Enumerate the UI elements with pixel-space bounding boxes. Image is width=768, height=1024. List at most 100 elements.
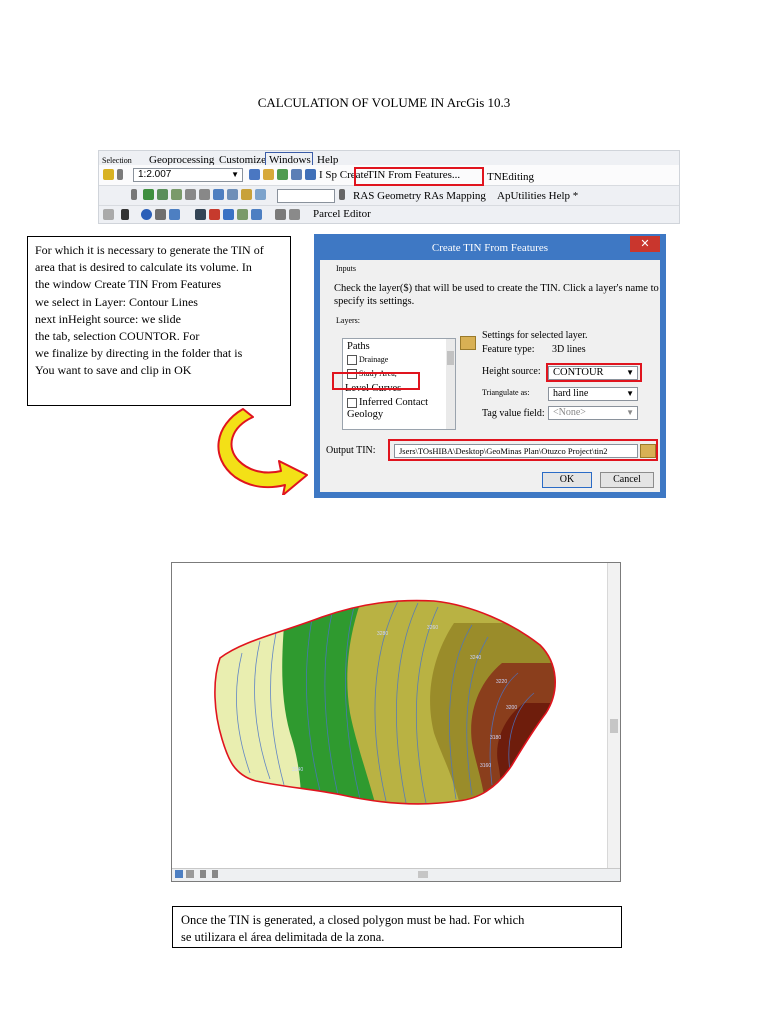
- parcel-icon[interactable]: [289, 209, 300, 220]
- close-icon[interactable]: ✕: [630, 236, 660, 252]
- ras-geometry-toolbar[interactable]: RAS Geometry RAs Mapping: [353, 190, 486, 202]
- note-line: Once the TIN is generated, a closed poly…: [181, 913, 525, 927]
- toolbox-icon[interactable]: [291, 169, 302, 180]
- contour-label: 3220: [496, 679, 507, 685]
- inputs-label: Inputs: [336, 264, 356, 273]
- instruction-text: Check the layer($) that will be used to …: [334, 283, 659, 307]
- bottom-note-box: Once the TIN is generated, a closed poly…: [172, 906, 622, 948]
- document-title: CALCULATION OF VOLUME IN ArcGis 10.3: [257, 95, 511, 110]
- output-tin-highlight: [388, 439, 658, 461]
- tin-zone-dark-brown: [497, 703, 556, 804]
- ok-button[interactable]: OK: [542, 472, 592, 488]
- globe-icon[interactable]: [213, 189, 224, 200]
- walk-icon[interactable]: [185, 189, 196, 200]
- settings-label: Settings for selected layer.: [482, 330, 588, 341]
- contour-label: 3140: [292, 767, 303, 773]
- menu-selection[interactable]: Selection: [102, 156, 132, 165]
- info-icon[interactable]: [141, 209, 152, 220]
- select-features-icon[interactable]: [209, 209, 220, 220]
- contour-label: 3280: [377, 631, 388, 637]
- dropdown-arrow-icon[interactable]: [117, 169, 123, 180]
- dialog-title-bar[interactable]: Create TIN From Features ✕: [314, 234, 666, 260]
- output-tin-label: Output TIN:: [326, 445, 376, 456]
- curved-arrow-icon: [217, 408, 308, 495]
- dialog-body: Inputs Check the layer($) that will be u…: [320, 260, 660, 492]
- layout-icon[interactable]: [249, 169, 260, 180]
- explanation-box: For which it is necessary to generate th…: [27, 236, 291, 406]
- layer-checkbox[interactable]: [347, 397, 357, 408]
- layout-view-icon[interactable]: [186, 870, 194, 878]
- folder-icon[interactable]: [263, 169, 274, 180]
- layer-item-paths[interactable]: Paths: [347, 341, 370, 352]
- layer-item-drainage[interactable]: Drainage: [347, 355, 388, 366]
- viewer-icon[interactable]: [275, 209, 286, 220]
- create-tin-highlight: [354, 167, 484, 186]
- dropdown-arrow-icon[interactable]: [131, 189, 137, 200]
- feature-type-value: 3D lines: [552, 344, 586, 355]
- binoculars-icon[interactable]: [195, 209, 206, 220]
- level-curves-highlight: [332, 372, 420, 390]
- python-icon[interactable]: [305, 169, 316, 180]
- map-status-bar: [172, 868, 620, 881]
- explanation-line: area that is desired to calculate its vo…: [35, 260, 252, 275]
- toolbar-row-tools: RAS Geometry RAs Mapping ApUtilities Hel…: [99, 185, 679, 206]
- rotate-icon[interactable]: [255, 189, 266, 200]
- run-icon[interactable]: [199, 189, 210, 200]
- explanation-line: the window Create TIN From Features: [35, 277, 222, 292]
- explanation-line: You want to save and clip in OK: [35, 363, 192, 378]
- feature-type-label: Feature type:: [482, 344, 535, 355]
- horizontal-scroll-thumb[interactable]: [418, 871, 428, 878]
- tag-value-select[interactable]: <None> ▼: [548, 406, 638, 420]
- pan-icon[interactable]: [103, 169, 114, 180]
- explanation-line: the tab, selection COUNTOR. For: [35, 329, 200, 344]
- refresh-icon[interactable]: [200, 870, 206, 878]
- height-source-highlight: [546, 363, 642, 382]
- tn-editing-toolbar[interactable]: TNEditing: [487, 171, 534, 183]
- cancel-button[interactable]: Cancel: [600, 472, 654, 488]
- hyperlink-icon[interactable]: [237, 209, 248, 220]
- contour-label: 3200: [506, 705, 517, 711]
- profile-icon[interactable]: [227, 189, 238, 200]
- height-source-label: Height source:: [482, 366, 541, 377]
- html-popup-icon[interactable]: [169, 209, 180, 220]
- layers-label: Layers:: [336, 316, 360, 325]
- layer-item-geology[interactable]: Geology: [347, 409, 383, 420]
- contour-label: 3160: [480, 763, 491, 769]
- contour-label: 3260: [427, 625, 438, 631]
- ap-utilities-toolbar[interactable]: ApUtilities Help *: [497, 190, 578, 202]
- dialog-title: Create TIN From Features: [431, 242, 549, 254]
- layer-combo[interactable]: [277, 189, 335, 203]
- edit-icon[interactable]: [103, 209, 114, 220]
- layer-item-inferred-contact[interactable]: Inferred Contact: [347, 397, 428, 408]
- triangulate-select[interactable]: hard line ▼: [548, 387, 638, 401]
- scale-combo[interactable]: 1:2.007 ▼: [133, 168, 243, 182]
- tag-value-label: Tag value field:: [482, 408, 545, 419]
- open-folder-icon[interactable]: [460, 336, 476, 350]
- measure-icon[interactable]: [223, 209, 234, 220]
- contour-label: 3240: [470, 655, 481, 661]
- map-vertical-scrollbar[interactable]: [607, 563, 620, 869]
- parcel-editor-toolbar[interactable]: Parcel Editor: [313, 208, 371, 220]
- pointer-icon[interactable]: [121, 209, 129, 220]
- note-line: se utilizara el área delimitada de la zo…: [181, 930, 385, 944]
- tin-map: 3280 3260 3240 3220 3200 3180 3160 3140: [214, 599, 556, 805]
- tin-zone-brown: [471, 663, 556, 804]
- table-icon[interactable]: [277, 169, 288, 180]
- pause-icon[interactable]: [212, 870, 218, 878]
- trace-icon[interactable]: [171, 189, 182, 200]
- explanation-line: we select in Layer: Contour Lines: [35, 294, 198, 309]
- time-slider-icon[interactable]: [251, 209, 262, 220]
- map-view[interactable]: 3280 3260 3240 3220 3200 3180 3160 3140: [171, 562, 621, 882]
- dropdown-arrow-icon[interactable]: [339, 189, 345, 200]
- sketch-icon[interactable]: [157, 189, 168, 200]
- data-view-icon[interactable]: [175, 870, 183, 878]
- edit-vertex-icon[interactable]: [143, 189, 154, 200]
- explanation-line: For which it is necessary to generate th…: [35, 243, 264, 257]
- layers-scrollbar[interactable]: [446, 339, 455, 429]
- explanation-line: we finalize by directing in the folder t…: [35, 346, 243, 361]
- find-icon[interactable]: [155, 209, 166, 220]
- explanation-line: next inHeight source: we slide: [35, 311, 181, 326]
- layer-checkbox[interactable]: [347, 355, 357, 366]
- triangulate-label: Triangulate as:: [482, 388, 530, 397]
- graph-icon[interactable]: [241, 189, 252, 200]
